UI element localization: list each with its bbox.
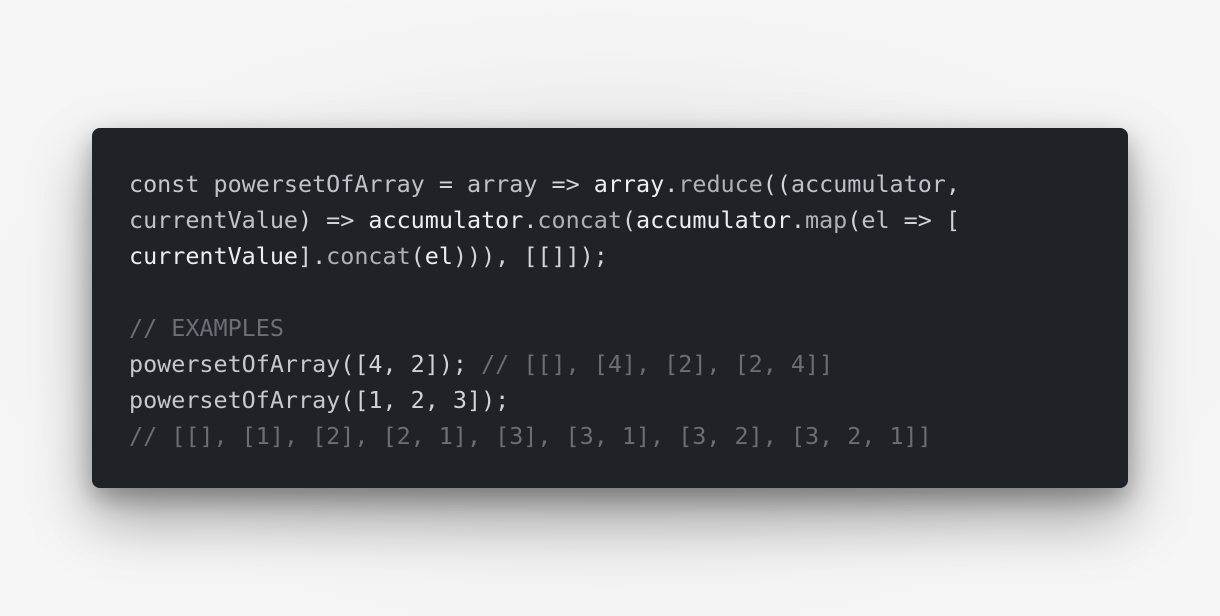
- code-token: ].: [298, 242, 327, 270]
- code-line: currentValue) => accumulator.concat(accu…: [129, 202, 1128, 238]
- code-token: ,: [945, 170, 960, 198]
- code-token: (: [410, 242, 425, 270]
- code-token: =>: [537, 170, 594, 198]
- code-token: ) =>: [298, 206, 369, 234]
- code-token: el: [861, 206, 890, 234]
- code-line: powersetOfArray([1, 2, 3]);: [129, 382, 1128, 418]
- code-line: currentValue].concat(el))), [[]]);: [129, 238, 1128, 274]
- code-token: .: [790, 206, 806, 234]
- code-token: (: [621, 206, 637, 234]
- code-token: powersetOfArray: [129, 386, 341, 414]
- code-token: accumulator: [790, 170, 946, 198]
- code-token: .: [523, 206, 538, 234]
- code-token: ((: [762, 170, 791, 198]
- code-token: concat: [537, 206, 622, 234]
- code-line: // [[], [1], [2], [2, 1], [3], [3, 1], […: [129, 418, 1128, 454]
- code-token: .: [664, 170, 679, 198]
- code-token: reduce: [678, 170, 763, 198]
- code-token: map: [805, 206, 848, 234]
- code-token: // EXAMPLES: [129, 314, 284, 342]
- code-token: array: [593, 170, 665, 198]
- code-line: powersetOfArray([4, 2]); // [[], [4], [2…: [129, 346, 1128, 382]
- code-token: // [[], [4], [2], [2, 4]]: [467, 350, 834, 378]
- code-token: currentValue: [129, 242, 298, 270]
- code-line: // EXAMPLES: [129, 310, 1128, 346]
- code-token: => [: [889, 206, 960, 234]
- code-token: powersetOfArray: [129, 350, 341, 378]
- code-card: const powersetOfArray = array => array.r…: [92, 128, 1128, 488]
- code-token: ))), [[]]);: [452, 242, 608, 270]
- code-block: const powersetOfArray = array => array.r…: [129, 166, 1128, 454]
- code-token: // [[], [1], [2], [2, 1], [3], [3, 1], […: [129, 422, 932, 450]
- code-token: =: [424, 170, 467, 198]
- code-token: array: [467, 170, 538, 198]
- code-token: el: [424, 242, 453, 270]
- code-line: const powersetOfArray = array => array.r…: [129, 166, 1128, 202]
- code-token: (: [847, 206, 862, 234]
- code-token: currentValue: [129, 206, 298, 234]
- code-token: ([4, 2]);: [340, 350, 467, 378]
- code-token: powersetOfArray: [213, 170, 425, 198]
- code-token: concat: [326, 242, 411, 270]
- code-token: accumulator: [636, 206, 791, 234]
- code-token: accumulator: [368, 206, 524, 234]
- code-token: const: [129, 170, 214, 198]
- code-token: ([1, 2, 3]);: [340, 386, 510, 414]
